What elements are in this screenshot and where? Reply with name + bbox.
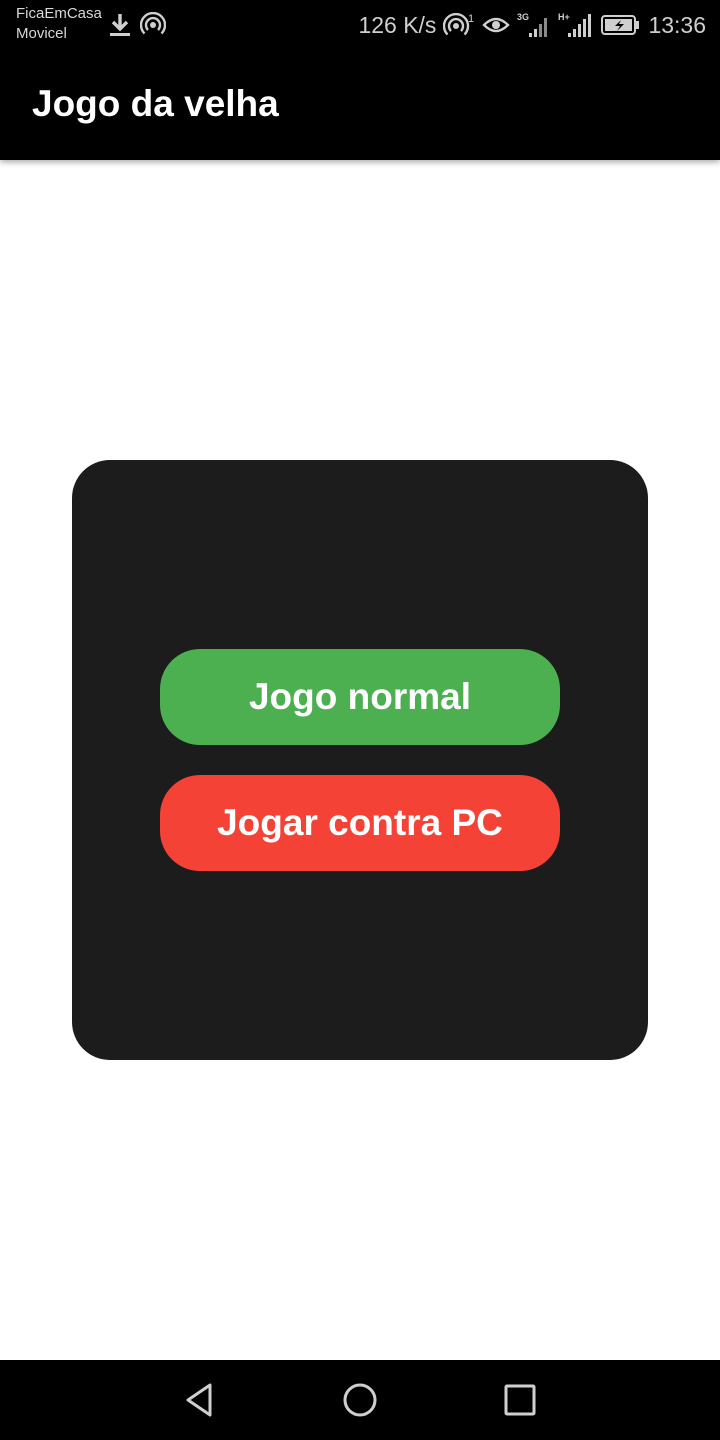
carrier-line-1: FicaEmCasa [16,5,102,22]
carrier-line-2: Movicel [16,25,67,42]
hotspot-count: 1 [468,13,474,25]
network-h-label: H+ [558,12,570,22]
app-bar: Jogo da velha [0,50,720,160]
status-right: 126 K/s 1 3G H+ 13:36 [358,8,706,42]
net-speed: 126 K/s [358,11,437,38]
status-bar: FicaEmCasa Movicel 126 K/s 1 3G H+ 13:36 [0,0,720,50]
signal-icon: H+ [558,11,594,39]
battery-charging-icon [601,14,641,36]
back-icon[interactable] [180,1380,220,1420]
clock: 13:36 [648,11,706,38]
download-icon [108,12,132,38]
navigation-bar [0,1360,720,1440]
notification-icons [108,12,166,38]
eye-icon [482,15,511,35]
network-3g-label: 3G [517,12,529,22]
app-title: Jogo da velha [32,83,279,124]
carrier-info: FicaEmCasa Movicel [16,4,102,44]
normal-game-button[interactable]: Jogo normal [160,649,560,745]
home-icon[interactable] [340,1380,380,1420]
recents-icon[interactable] [500,1380,540,1420]
hotspot-icon [140,12,166,38]
game-mode-card: Jogo normal Jogar contra PC [72,460,648,1060]
signal-icon: 3G [517,11,551,39]
hotspot-icon: 1 [443,11,475,39]
play-vs-pc-button[interactable]: Jogar contra PC [160,775,560,871]
